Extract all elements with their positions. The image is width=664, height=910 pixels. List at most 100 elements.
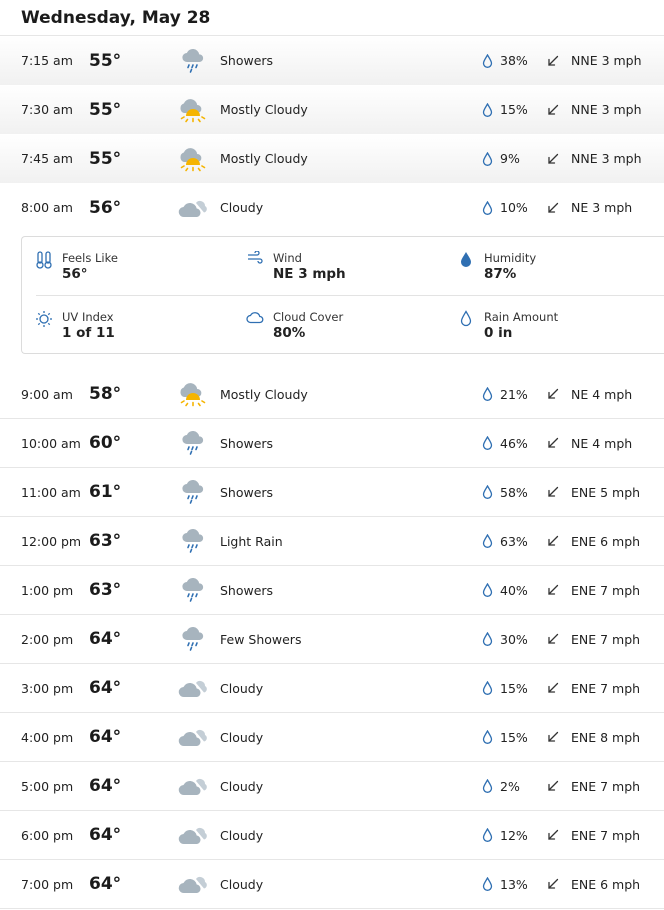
- hour-wind: NNE 3 mph: [571, 151, 642, 166]
- raindrop-icon: [480, 615, 494, 663]
- hour-row[interactable]: 1:00 pm 63° Showers 40% ENE 7 mph: [0, 566, 664, 615]
- hour-row-current[interactable]: 8:00 am 56° Cloudy 10% NE 3 mph: [0, 183, 664, 232]
- hour-wind: NNE 3 mph: [571, 53, 642, 68]
- wind-direction-icon: [546, 517, 560, 565]
- hour-temp: 60°: [89, 433, 122, 453]
- hour-wind: ENE 5 mph: [571, 484, 641, 500]
- hour-row[interactable]: 5:00 pm 64° Cloudy 2% ENE 7 mph: [0, 762, 664, 811]
- raindrop-icon: [480, 134, 494, 183]
- cloudy-icon: [178, 713, 208, 761]
- hour-row[interactable]: 3:00 pm 64° Cloudy 15% ENE 7 mph: [0, 664, 664, 713]
- hour-wind: ENE 6 mph: [571, 876, 641, 892]
- hour-temp: 63°: [89, 531, 122, 551]
- detail-humidity: Humidity 87%: [457, 251, 536, 283]
- hour-precip: 30%: [500, 631, 528, 647]
- detail-label: Humidity: [484, 251, 537, 265]
- cloudy-icon: [178, 762, 208, 810]
- mostly-cloudy-icon: [178, 134, 208, 183]
- hour-row[interactable]: 7:30 am 55° Mostly Cloudy 15% NNE 3 mph: [0, 85, 664, 134]
- hour-time: 7:15 am: [21, 53, 73, 68]
- hour-details-panel: Feels Like 56° Wind NE 3 mph Humidity 87…: [21, 236, 664, 354]
- hour-precip: 10%: [500, 200, 528, 215]
- hour-condition: Few Showers: [220, 631, 302, 647]
- detail-label: Wind: [273, 251, 302, 265]
- hour-row[interactable]: 9:00 am 58° Mostly Cloudy 21% NE 4 mph: [0, 370, 664, 419]
- wind-direction-icon: [546, 713, 560, 761]
- hour-wind: ENE 6 mph: [571, 533, 641, 549]
- wind-icon: [246, 251, 264, 269]
- hour-precip: 63%: [500, 533, 528, 549]
- detail-value: NE 3 mph: [273, 266, 346, 282]
- hour-row[interactable]: 7:00 pm 64° Cloudy 13% ENE 6 mph: [0, 860, 664, 909]
- hour-row[interactable]: 11:00 am 61° Showers 58% ENE 5 mph: [0, 468, 664, 517]
- hour-condition: Cloudy: [220, 778, 264, 794]
- hour-temp: 55°: [89, 99, 122, 120]
- hour-temp: 58°: [89, 384, 122, 404]
- hour-precip: 46%: [500, 435, 528, 451]
- hour-condition: Showers: [220, 53, 274, 68]
- hour-row[interactable]: 7:15 am 55° Showers 38% NNE 3 mph: [0, 36, 664, 85]
- hour-precip: 40%: [500, 582, 528, 598]
- mostly-cloudy-icon: [178, 85, 208, 134]
- raindrop-icon: [480, 811, 494, 859]
- hour-condition: Mostly Cloudy: [220, 386, 308, 402]
- hour-row[interactable]: 7:45 am 55° Mostly Cloudy 9% NNE 3 mph: [0, 134, 664, 183]
- hour-condition: Mostly Cloudy: [220, 151, 308, 166]
- raindrop-icon: [480, 664, 494, 712]
- hour-precip: 13%: [500, 876, 528, 892]
- hour-time: 4:00 pm: [21, 729, 74, 745]
- hour-condition: Showers: [220, 582, 274, 598]
- raindrop-icon: [480, 517, 494, 565]
- hour-row[interactable]: 2:00 pm 64° Few Showers 30% ENE 7 mph: [0, 615, 664, 664]
- raindrop-icon: [480, 566, 494, 614]
- hour-time: 12:00 pm: [21, 533, 82, 549]
- hour-temp: 64°: [89, 678, 122, 698]
- hour-condition: Cloudy: [220, 729, 264, 745]
- future-hours: 9:00 am 58° Mostly Cloudy 21% NE 4 mph 10:00 …: [0, 370, 664, 909]
- hour-temp: 56°: [89, 197, 122, 218]
- day-header: Wednesday, May 28: [0, 0, 664, 36]
- hour-wind: ENE 7 mph: [571, 778, 641, 794]
- hour-precip: 38%: [500, 53, 528, 68]
- hour-wind: ENE 7 mph: [571, 582, 641, 598]
- hour-condition: Cloudy: [220, 827, 264, 843]
- hour-temp: 55°: [89, 148, 122, 169]
- showers-icon: [178, 468, 208, 516]
- wind-direction-icon: [546, 615, 560, 663]
- wind-direction-icon: [546, 36, 560, 85]
- cloud-icon: [246, 310, 264, 328]
- hour-time: 7:00 pm: [21, 876, 74, 892]
- hour-condition: Light Rain: [220, 533, 283, 549]
- hour-precip: 58%: [500, 484, 528, 500]
- hour-wind: ENE 7 mph: [571, 631, 641, 647]
- raindrop-icon: [480, 762, 494, 810]
- hour-row[interactable]: 10:00 am 60° Showers 46% NE 4 mph: [0, 419, 664, 468]
- wind-direction-icon: [546, 762, 560, 810]
- hour-condition: Showers: [220, 435, 274, 451]
- rain-drop-icon: [457, 310, 475, 328]
- detail-feels-like: Feels Like 56°: [35, 251, 118, 283]
- hour-wind: NNE 3 mph: [571, 102, 642, 117]
- detail-label: UV Index: [62, 310, 114, 324]
- hour-time: 1:00 pm: [21, 582, 74, 598]
- hour-time: 2:00 pm: [21, 631, 74, 647]
- wind-direction-icon: [546, 811, 560, 859]
- wind-direction-icon: [546, 183, 560, 232]
- hour-wind: ENE 7 mph: [571, 680, 641, 696]
- detail-uv-index: UV Index 1 of 11: [35, 310, 115, 342]
- hour-temp: 63°: [89, 580, 122, 600]
- raindrop-icon: [480, 183, 494, 232]
- past-hours: 7:15 am 55° Showers 38% NNE 3 mph 7:30 am 55° M…: [0, 36, 664, 183]
- showers-icon: [178, 517, 208, 565]
- hour-time: 7:45 am: [21, 151, 73, 166]
- hour-row[interactable]: 6:00 pm 64° Cloudy 12% ENE 7 mph: [0, 811, 664, 860]
- hour-row[interactable]: 12:00 pm 63° Light Rain 63% ENE 6 mph: [0, 517, 664, 566]
- detail-label: Rain Amount: [484, 310, 559, 324]
- hour-row[interactable]: 4:00 pm 64° Cloudy 15% ENE 8 mph: [0, 713, 664, 762]
- hour-condition: Cloudy: [220, 680, 264, 696]
- wind-direction-icon: [546, 85, 560, 134]
- hour-condition: Cloudy: [220, 200, 264, 215]
- wind-direction-icon: [546, 566, 560, 614]
- detail-cloud-cover: Cloud Cover 80%: [246, 310, 343, 342]
- hour-precip: 15%: [500, 680, 528, 696]
